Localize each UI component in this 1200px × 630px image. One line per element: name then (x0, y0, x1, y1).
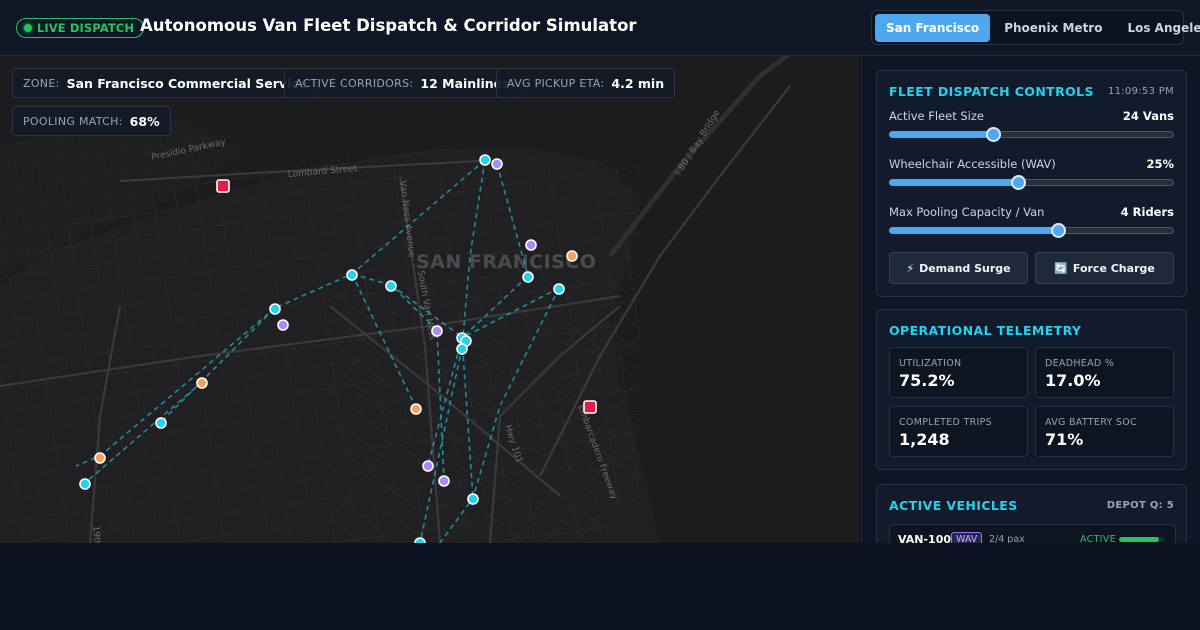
wav-van-marker[interactable] (277, 319, 289, 331)
demand-surge-label: Demand Surge (919, 261, 1011, 275)
dispatch-controls-title: FLEET DISPATCH CONTROLS (889, 84, 1094, 99)
telemetry-title: OPERATIONAL TELEMETRY (889, 323, 1082, 338)
corridors-chip-label: ACTIVE CORRIDORS: (295, 76, 414, 90)
zone-chip-value: San Francisco Commercial Service (66, 75, 308, 91)
utilization-value: 75.2% (899, 371, 955, 390)
depot-marker[interactable] (216, 179, 230, 193)
wav-label: Wheelchair Accessible (WAV) (889, 157, 1056, 171)
fleet-size-slider-fill (889, 131, 992, 138)
battery-soc-stat: AVG BATTERY SOC 71% (1035, 406, 1174, 457)
wav-badge: WAV (951, 532, 983, 543)
wav-van-marker[interactable] (525, 239, 537, 251)
deadhead-value: 17.0% (1045, 371, 1101, 390)
lightning-icon: ⚡ (906, 261, 915, 275)
active-van-marker[interactable] (155, 417, 167, 429)
pooling-chip: POOLING MATCH: 68% (12, 106, 171, 136)
refresh-icon: 🔄 (1054, 261, 1068, 275)
vehicle-battery-fill (1119, 537, 1160, 542)
active-vehicles-title: ACTIVE VEHICLES (889, 498, 1018, 513)
wav-slider-fill (889, 179, 1018, 186)
battery-soc-label: AVG BATTERY SOC (1045, 417, 1137, 428)
completed-trips-label: COMPLETED TRIPS (899, 417, 992, 428)
utilization-label: UTILIZATION (899, 358, 962, 369)
completed-trips-value: 1,248 (899, 430, 950, 449)
wav-slider-thumb[interactable] (1011, 175, 1027, 190)
active-van-marker[interactable] (467, 493, 479, 505)
live-dispatch-label: LIVE DISPATCH (37, 21, 135, 35)
city-tabs: San Francisco Phoenix Metro Los Angeles (871, 10, 1200, 45)
depot-marker[interactable] (583, 400, 597, 414)
completed-trips-stat: COMPLETED TRIPS 1,248 (889, 406, 1028, 457)
top-bar: LIVE DISPATCH Autonomous Van Fleet Dispa… (0, 0, 1200, 56)
eta-chip-value: 4.2 min (611, 75, 665, 91)
active-van-marker[interactable] (479, 154, 491, 166)
active-van-marker[interactable] (385, 280, 397, 292)
active-vehicles-card: ACTIVE VEHICLES DEPOT Q: 5 VAN-100 WAV 2… (876, 484, 1187, 543)
live-dot-icon (24, 24, 32, 32)
demand-surge-button[interactable]: ⚡ Demand Surge (889, 252, 1028, 284)
page-footer-space (0, 543, 1200, 630)
vehicle-battery-bar (1119, 537, 1165, 542)
active-van-marker[interactable] (456, 343, 468, 355)
wav-value: 25% (1146, 157, 1174, 171)
utilization-stat: UTILIZATION 75.2% (889, 347, 1028, 398)
active-van-marker[interactable] (269, 303, 281, 315)
fleet-size-slider-thumb[interactable] (985, 127, 1001, 142)
active-van-marker[interactable] (522, 271, 534, 283)
battery-soc-value: 71% (1045, 430, 1084, 449)
charging-van-marker[interactable] (566, 250, 578, 262)
charging-van-marker[interactable] (94, 452, 106, 464)
deadhead-stat: DEADHEAD % 17.0% (1035, 347, 1174, 398)
control-sidebar: FLEET DISPATCH CONTROLS 11:09:53 PM Acti… (861, 56, 1200, 543)
corridors-chip: ACTIVE CORRIDORS: 12 Mainlines (284, 68, 521, 98)
dispatch-map[interactable]: Lombard Street Presidio Parkway Van Ness… (0, 56, 860, 543)
tab-los-angeles[interactable]: Los Angeles (1116, 14, 1200, 42)
eta-chip: AVG PICKUP ETA: 4.2 min (496, 68, 676, 98)
pooling-capacity-value: 4 Riders (1120, 205, 1174, 219)
eta-chip-label: AVG PICKUP ETA: (507, 76, 605, 90)
pooling-chip-label: POOLING MATCH: (23, 114, 123, 128)
wav-van-marker[interactable] (491, 158, 503, 170)
vehicle-pax: 2/4 pax (989, 534, 1025, 543)
fleet-size-label: Active Fleet Size (889, 109, 984, 123)
dispatch-clock: 11:09:53 PM (1107, 86, 1174, 97)
charging-van-marker[interactable] (196, 377, 208, 389)
pooling-capacity-label: Max Pooling Capacity / Van (889, 205, 1045, 219)
force-charge-label: Force Charge (1072, 261, 1155, 275)
dispatch-controls-card: FLEET DISPATCH CONTROLS 11:09:53 PM Acti… (876, 70, 1187, 297)
live-dispatch-badge: LIVE DISPATCH (16, 18, 145, 38)
vehicle-id: VAN-100 (898, 533, 952, 543)
telemetry-card: OPERATIONAL TELEMETRY UTILIZATION 75.2% … (876, 309, 1187, 470)
active-van-marker[interactable] (79, 478, 91, 490)
pooling-chip-value: 68% (129, 113, 160, 129)
tab-san-francisco[interactable]: San Francisco (875, 13, 991, 42)
wav-slider[interactable] (889, 175, 1174, 190)
fleet-size-value: 24 Vans (1122, 109, 1174, 123)
zone-chip-label: ZONE: (23, 76, 60, 90)
wav-van-marker[interactable] (422, 460, 434, 472)
active-van-marker[interactable] (553, 283, 565, 295)
active-van-marker[interactable] (346, 269, 358, 281)
pooling-capacity-slider-fill (889, 227, 1058, 234)
force-charge-button[interactable]: 🔄 Force Charge (1035, 252, 1174, 284)
vehicle-row[interactable]: VAN-100 WAV 2/4 pax ACTIVE (889, 524, 1176, 543)
vehicle-status: ACTIVE (1080, 534, 1116, 543)
charging-van-marker[interactable] (410, 403, 422, 415)
pooling-capacity-slider[interactable] (889, 223, 1174, 238)
wav-van-marker[interactable] (431, 325, 443, 337)
depot-queue: DEPOT Q: 5 (1106, 500, 1174, 511)
deadhead-label: DEADHEAD % (1045, 358, 1115, 369)
zone-chip: ZONE: San Francisco Commercial Service (12, 68, 319, 98)
wav-van-marker[interactable] (438, 475, 450, 487)
fleet-size-slider[interactable] (889, 127, 1174, 142)
pooling-capacity-slider-thumb[interactable] (1051, 223, 1067, 238)
app-title: Autonomous Van Fleet Dispatch & Corridor… (140, 16, 637, 35)
tab-phoenix-metro[interactable]: Phoenix Metro (993, 14, 1113, 42)
